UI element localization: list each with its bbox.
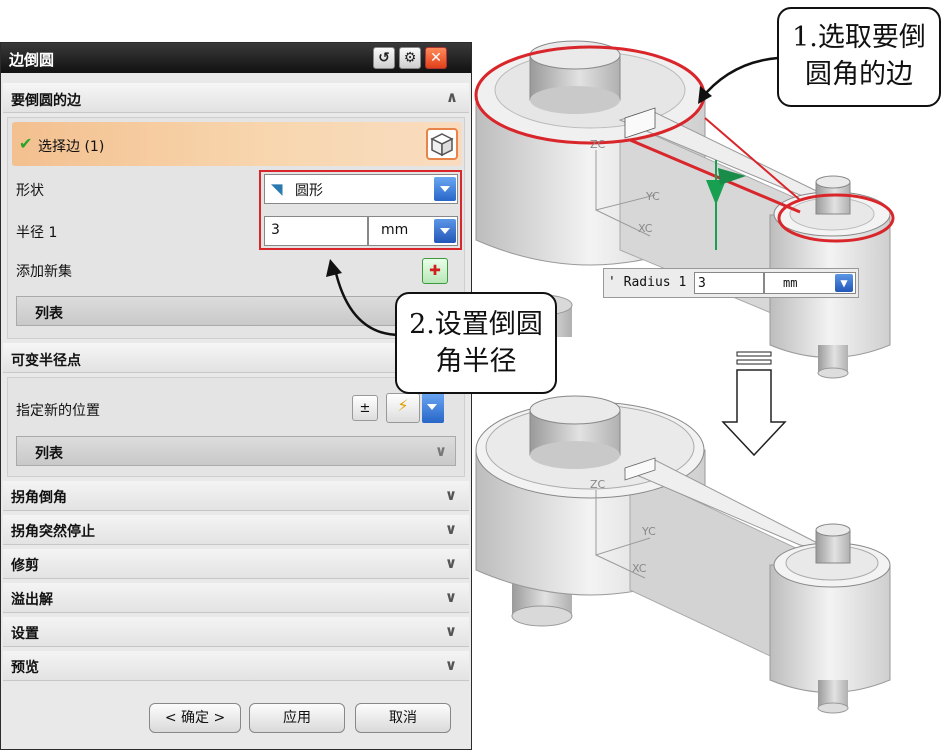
down-transition-arrow <box>721 351 787 457</box>
axis-label-xc: XC <box>632 562 647 575</box>
connecting-rod-model-after: ZC YC XC <box>475 395 891 714</box>
section-label: 拐角倒角 <box>11 490 67 506</box>
chevron-down-icon[interactable]: ∨ <box>445 486 457 504</box>
radius-onscreen-input[interactable]: ' Radius 1 3 mm ▼ <box>603 268 859 298</box>
section-label: 预览 <box>11 660 39 676</box>
section-trim[interactable]: 修剪 ∨ <box>3 549 469 579</box>
add-set-label: 添加新集 <box>16 264 72 280</box>
callout-1-arrow <box>699 56 779 101</box>
lightning-icon: ⚡ <box>397 396 409 415</box>
dialog-titlebar: 边倒圆 ↺ ⚙ ✕ <box>1 43 471 73</box>
section-overflow[interactable]: 溢出解 ∨ <box>3 583 469 613</box>
radius-popup-label: ' Radius 1 <box>608 275 687 290</box>
radius-popup-unit[interactable]: mm ▼ <box>764 272 856 294</box>
reset-icon[interactable]: ↺ <box>373 47 395 69</box>
dialog-title: 边倒圆 <box>9 51 55 69</box>
section-label: 设置 <box>11 626 39 642</box>
radius-popup-value: 3 <box>698 276 706 291</box>
point-dialog-button[interactable]: ± <box>352 395 378 421</box>
section-label: 溢出解 <box>11 592 53 608</box>
close-icon[interactable]: ✕ <box>425 47 447 69</box>
select-edge-row[interactable]: ✔ 选择边 (1) <box>12 122 462 166</box>
section-corner-setback[interactable]: 拐角倒角 ∨ <box>3 481 469 511</box>
gear-icon[interactable]: ⚙ <box>399 47 421 69</box>
section-preview[interactable]: 预览 ∨ <box>3 651 469 681</box>
edge-section-header[interactable]: 要倒圆的边 ∧ <box>3 83 469 113</box>
section-stop-short[interactable]: 拐角突然停止 ∨ <box>3 515 469 545</box>
callout-step-1: 1.选取要倒 圆角的边 <box>777 7 941 107</box>
chevron-down-icon[interactable]: ∨ <box>435 442 447 460</box>
shape-label: 形状 <box>16 183 44 199</box>
point-plus-icon: ± <box>359 401 371 416</box>
down-arrow-icon[interactable]: ▼ <box>835 274 853 292</box>
radius-highlight-box <box>259 170 462 250</box>
check-icon: ✔ <box>19 134 33 153</box>
axis-label-zc: ZC <box>590 138 606 151</box>
point-type-dropdown[interactable] <box>422 393 444 423</box>
cancel-button[interactable]: 取消 <box>355 703 451 733</box>
callout-2-line-2: 角半径 <box>435 346 517 377</box>
radius-popup-field[interactable]: 3 <box>694 272 764 294</box>
axis-label-xc: XC <box>638 222 653 235</box>
cube-icon <box>430 133 454 157</box>
dialog-buttons: < 确定 > 应用 取消 <box>3 693 469 745</box>
ok-button[interactable]: < 确定 > <box>149 703 241 733</box>
chevron-down-icon[interactable]: ∨ <box>445 622 457 640</box>
chevron-down-icon <box>427 404 437 410</box>
inferred-point-button[interactable]: ⚡ <box>386 393 420 423</box>
callout-1-line-2: 圆角的边 <box>805 59 913 90</box>
callout-1-line-1: 1.选取要倒 <box>792 22 926 53</box>
section-label: 拐角突然停止 <box>11 524 95 540</box>
chevron-down-icon[interactable]: ∨ <box>445 554 457 572</box>
variable-list-bar[interactable]: 列表 ∨ <box>16 436 456 466</box>
chevron-down-icon[interactable]: ∨ <box>445 588 457 606</box>
callout-step-2: 2.设置倒圆 角半径 <box>395 292 557 394</box>
edge-blend-dialog: 边倒圆 ↺ ⚙ ✕ 要倒圆的边 ∧ ✔ 选择边 (1) 形状 ◥ 圆形 半径 1… <box>0 42 472 750</box>
select-edge-label: 选择边 (1) <box>38 139 105 155</box>
section-settings[interactable]: 设置 ∨ <box>3 617 469 647</box>
section-label: 修剪 <box>11 558 39 574</box>
add-new-set-button[interactable]: ✚ <box>422 258 448 284</box>
axis-label-yc: YC <box>641 525 656 538</box>
variable-section-label: 可变半径点 <box>11 353 81 369</box>
specify-location-label: 指定新的位置 <box>16 403 100 419</box>
select-edge-button[interactable] <box>426 128 458 160</box>
edge-list-label: 列表 <box>35 306 63 322</box>
variable-list-label: 列表 <box>35 446 63 462</box>
chevron-down-icon[interactable]: ∨ <box>445 656 457 674</box>
chevron-down-icon[interactable]: ∨ <box>445 520 457 538</box>
radius-popup-label-text: Radius 1 <box>623 275 687 290</box>
apply-button[interactable]: 应用 <box>249 703 345 733</box>
callout-2-line-1: 2.设置倒圆 <box>409 309 543 340</box>
radius-popup-unit-text: mm <box>783 276 798 290</box>
axis-label-yc: YC <box>645 190 660 203</box>
axis-label-zc: ZC <box>590 478 606 491</box>
edge-section-label: 要倒圆的边 <box>11 93 81 109</box>
variable-section-body: 指定新的位置 ± ⚡ 列表 ∨ <box>7 377 465 477</box>
chevron-up-icon[interactable]: ∧ <box>443 88 461 106</box>
add-plus-icon: ✚ <box>429 263 441 279</box>
radius-label: 半径 1 <box>16 225 58 241</box>
